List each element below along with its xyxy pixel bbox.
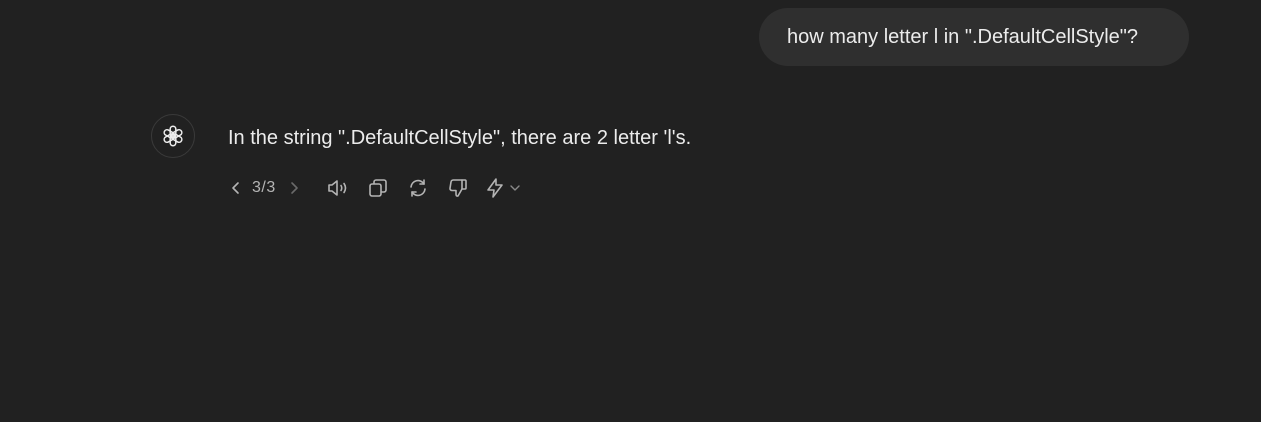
switch-model-button[interactable] — [480, 172, 526, 204]
previous-response-button[interactable] — [224, 172, 248, 204]
chevron-right-icon — [290, 182, 298, 194]
user-message-bubble: how many letter l in ".DefaultCellStyle"… — [759, 8, 1189, 66]
response-action-bar: 3/3 — [224, 172, 526, 204]
openai-logo-icon — [163, 125, 183, 147]
copy-icon — [368, 179, 387, 197]
copy-button[interactable] — [362, 172, 394, 204]
read-aloud-button[interactable] — [322, 172, 354, 204]
speaker-icon — [327, 180, 347, 196]
chat-page: how many letter l in ".DefaultCellStyle"… — [0, 0, 1261, 422]
chevron-left-icon — [232, 182, 239, 194]
response-pager-count: 3/3 — [252, 179, 276, 196]
assistant-message-text: In the string ".DefaultCellStyle", there… — [228, 127, 692, 149]
next-response-button[interactable] — [280, 172, 308, 204]
regenerate-button[interactable] — [402, 172, 434, 204]
bad-response-button[interactable] — [442, 172, 474, 204]
regenerate-icon — [409, 179, 426, 197]
lightning-icon — [486, 178, 503, 198]
assistant-avatar — [151, 114, 195, 158]
thumbs-down-icon — [448, 179, 467, 197]
chevron-down-icon — [510, 185, 520, 191]
user-message-text: how many letter l in ".DefaultCellStyle"… — [787, 25, 1139, 48]
